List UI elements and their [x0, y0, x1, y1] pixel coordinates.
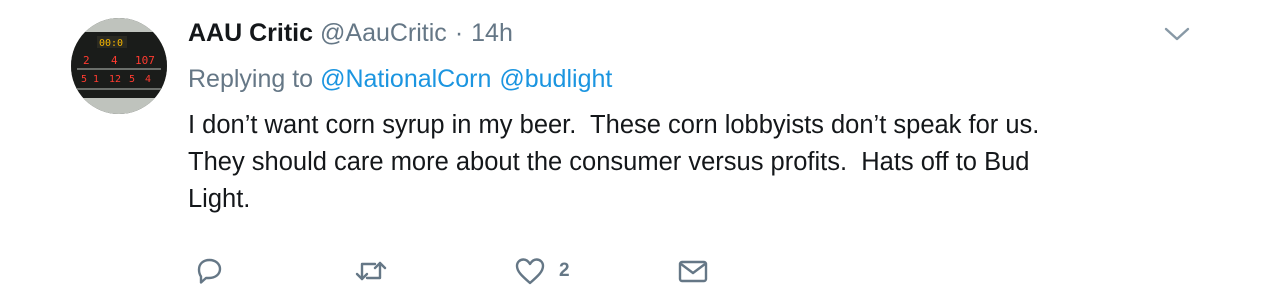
timestamp[interactable]: 14h	[471, 19, 513, 48]
tweet[interactable]: 00:0 2 4 107 5 1 12 5 4 AAU Critic @AauC…	[0, 0, 1266, 304]
chevron-down-icon	[1164, 27, 1190, 41]
reply-button[interactable]	[193, 253, 225, 289]
reply-icon	[197, 258, 222, 284]
scoreboard-clock: 00:0	[99, 38, 123, 49]
tweet-text: I don’t want corn syrup in my beer. Thes…	[188, 111, 1040, 213]
svg-text:4: 4	[145, 74, 151, 85]
envelope-icon	[678, 260, 708, 283]
like-button[interactable]: 2	[513, 253, 570, 289]
scoreboard-avatar-image: 00:0 2 4 107 5 1 12 5 4	[71, 18, 167, 114]
svg-text:5: 5	[81, 74, 87, 85]
retweet-icon	[355, 261, 387, 281]
direct-message-button[interactable]	[677, 253, 709, 289]
avatar[interactable]: 00:0 2 4 107 5 1 12 5 4	[71, 18, 167, 114]
author-name[interactable]: AAU Critic	[188, 19, 313, 48]
replying-to: Replying to @NationalCorn @budlight	[188, 61, 1188, 97]
tweet-menu-button[interactable]	[1164, 26, 1190, 42]
svg-text:12: 12	[109, 74, 121, 85]
mention-national-corn[interactable]: @NationalCorn	[320, 65, 491, 94]
like-count: 2	[559, 260, 570, 281]
separator-dot: ·	[454, 18, 464, 47]
author-handle[interactable]: @AauCritic	[320, 19, 447, 48]
svg-text:1: 1	[93, 74, 99, 85]
svg-text:5: 5	[129, 74, 135, 85]
tweet-content: AAU Critic @AauCritic · 14h Replying to …	[188, 14, 1188, 218]
mention-budlight[interactable]: @budlight	[499, 65, 612, 94]
retweet-button[interactable]	[353, 253, 389, 289]
svg-text:4: 4	[111, 54, 118, 67]
replying-to-label: Replying to	[188, 64, 314, 93]
heart-icon	[515, 258, 545, 285]
tweet-header: AAU Critic @AauCritic · 14h	[188, 14, 1188, 52]
svg-text:2: 2	[83, 54, 90, 67]
tweet-actions: 2	[193, 253, 793, 289]
svg-text:107: 107	[135, 54, 155, 67]
